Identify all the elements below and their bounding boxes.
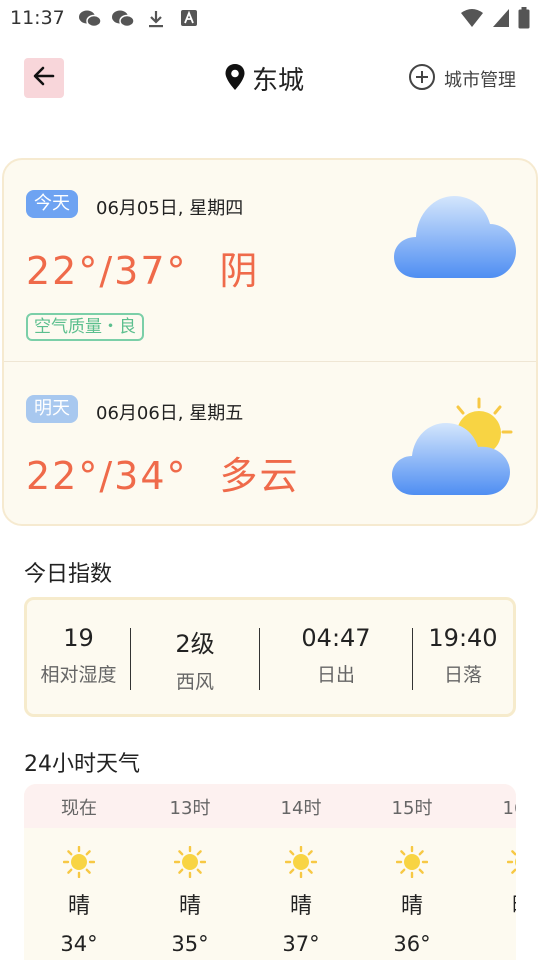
today-low-temp: 22° <box>26 249 100 293</box>
hourly-item: 16时 晴 3 <box>468 784 516 956</box>
map-pin-icon <box>224 63 246 95</box>
hour-time: 16时 <box>502 798 516 819</box>
index-humidity: 19 相对湿度 <box>27 624 130 687</box>
hourly-item: 15时 晴 36° <box>357 784 467 956</box>
indices-card: 19 相对湿度 2级 西风 04:47 日出 19:40 日落 <box>24 597 516 717</box>
hour-time: 15时 <box>391 798 433 819</box>
download-icon <box>147 9 165 33</box>
index-value: 19 <box>63 624 94 652</box>
tomorrow-low-temp: 22° <box>26 454 100 498</box>
hour-temp: 3 <box>468 932 516 956</box>
hour-condition: 晴 <box>178 894 201 919</box>
plus-circle-icon <box>408 63 436 95</box>
hourly-item: 14时 晴 37° <box>246 784 356 956</box>
hour-temp: 35° <box>171 932 209 956</box>
index-label: 西风 <box>175 671 214 693</box>
tomorrow-date: 06月06日, 星期五 <box>96 403 244 424</box>
today-tag: 今天 <box>26 190 78 218</box>
back-button[interactable] <box>24 58 64 98</box>
indices-title: 今日指数 <box>24 556 132 588</box>
index-value: 04:47 <box>301 624 371 652</box>
hour-condition: 晴 <box>468 888 516 920</box>
city-manage-button[interactable]: 城市管理 <box>408 63 516 95</box>
sun-icon <box>24 846 134 880</box>
index-sunrise: 04:47 日出 <box>260 624 412 687</box>
index-sunset: 19:40 日落 <box>413 624 513 687</box>
arrow-left-icon <box>33 66 55 90</box>
today-temperature: 22°/37° 阴 <box>26 240 260 295</box>
wechat-icon <box>78 9 102 33</box>
hour-condition: 晴 <box>67 894 90 919</box>
index-label: 日落 <box>443 664 482 686</box>
index-value: 2级 <box>175 630 215 658</box>
app-header: 东城 城市管理 <box>0 50 540 106</box>
index-label: 相对湿度 <box>40 664 117 686</box>
partly-cloudy-icon <box>392 397 516 501</box>
hour-condition: 晴 <box>400 894 423 919</box>
wifi-icon <box>460 8 484 32</box>
cloud-icon <box>394 194 516 284</box>
today-high-temp: /37° <box>99 249 188 293</box>
sun-icon <box>357 846 467 880</box>
hour-time: 现在 <box>61 798 97 819</box>
hourly-item: 13时 晴 35° <box>135 784 245 956</box>
sun-icon <box>135 846 245 880</box>
air-quality-badge: 空气质量・良 <box>26 313 144 341</box>
wechat-icon <box>111 9 135 33</box>
signal-icon <box>492 8 510 32</box>
today-date: 06月05日, 星期四 <box>96 198 244 219</box>
indices-title-text: 今日指数 <box>24 562 113 587</box>
hourly-item: 现在 晴 34° <box>24 784 134 956</box>
hour-time: 13时 <box>169 798 211 819</box>
hour-temp: 34° <box>60 932 98 956</box>
hourly-title-text: 24小时天气 <box>24 752 140 777</box>
tomorrow-tag: 明天 <box>26 395 78 423</box>
status-time: 11:37 <box>10 7 65 29</box>
hour-temp: 37° <box>282 932 320 956</box>
sun-icon <box>468 846 516 880</box>
today-forecast[interactable]: 今天 06月05日, 星期四 22°/37° 阴 空气质量・良 <box>4 160 536 362</box>
tomorrow-high-temp: /34° <box>99 454 188 498</box>
battery-icon <box>518 7 530 33</box>
font-icon <box>180 9 198 31</box>
hour-temp: 36° <box>393 932 431 956</box>
index-wind: 2级 西风 <box>131 624 259 694</box>
city-name: 东城 <box>252 66 305 96</box>
tomorrow-temperature: 22°/34° 多云 <box>26 445 300 500</box>
forecast-card: 今天 06月05日, 星期四 22°/37° 阴 空气质量・良 明天 06月06日… <box>2 158 538 526</box>
sun-icon <box>246 846 356 880</box>
status-bar: 11:37 <box>0 0 540 36</box>
index-value: 19:40 <box>428 624 498 652</box>
hour-condition: 晴 <box>289 894 312 919</box>
hourly-title: 24小时天气 <box>24 746 165 778</box>
today-condition: 阴 <box>219 249 260 293</box>
hourly-forecast-list[interactable]: 现在 晴 34° 13时 晴 35° 14时 晴 37° 15时 晴 36° 1… <box>24 784 516 960</box>
tomorrow-forecast[interactable]: 明天 06月06日, 星期五 22°/34° 多云 <box>4 363 536 523</box>
city-manage-label: 城市管理 <box>444 70 516 91</box>
city-selector[interactable]: 东城 <box>224 60 304 97</box>
hour-time: 14时 <box>280 798 322 819</box>
index-label: 日出 <box>316 664 355 686</box>
tomorrow-condition: 多云 <box>219 454 300 498</box>
